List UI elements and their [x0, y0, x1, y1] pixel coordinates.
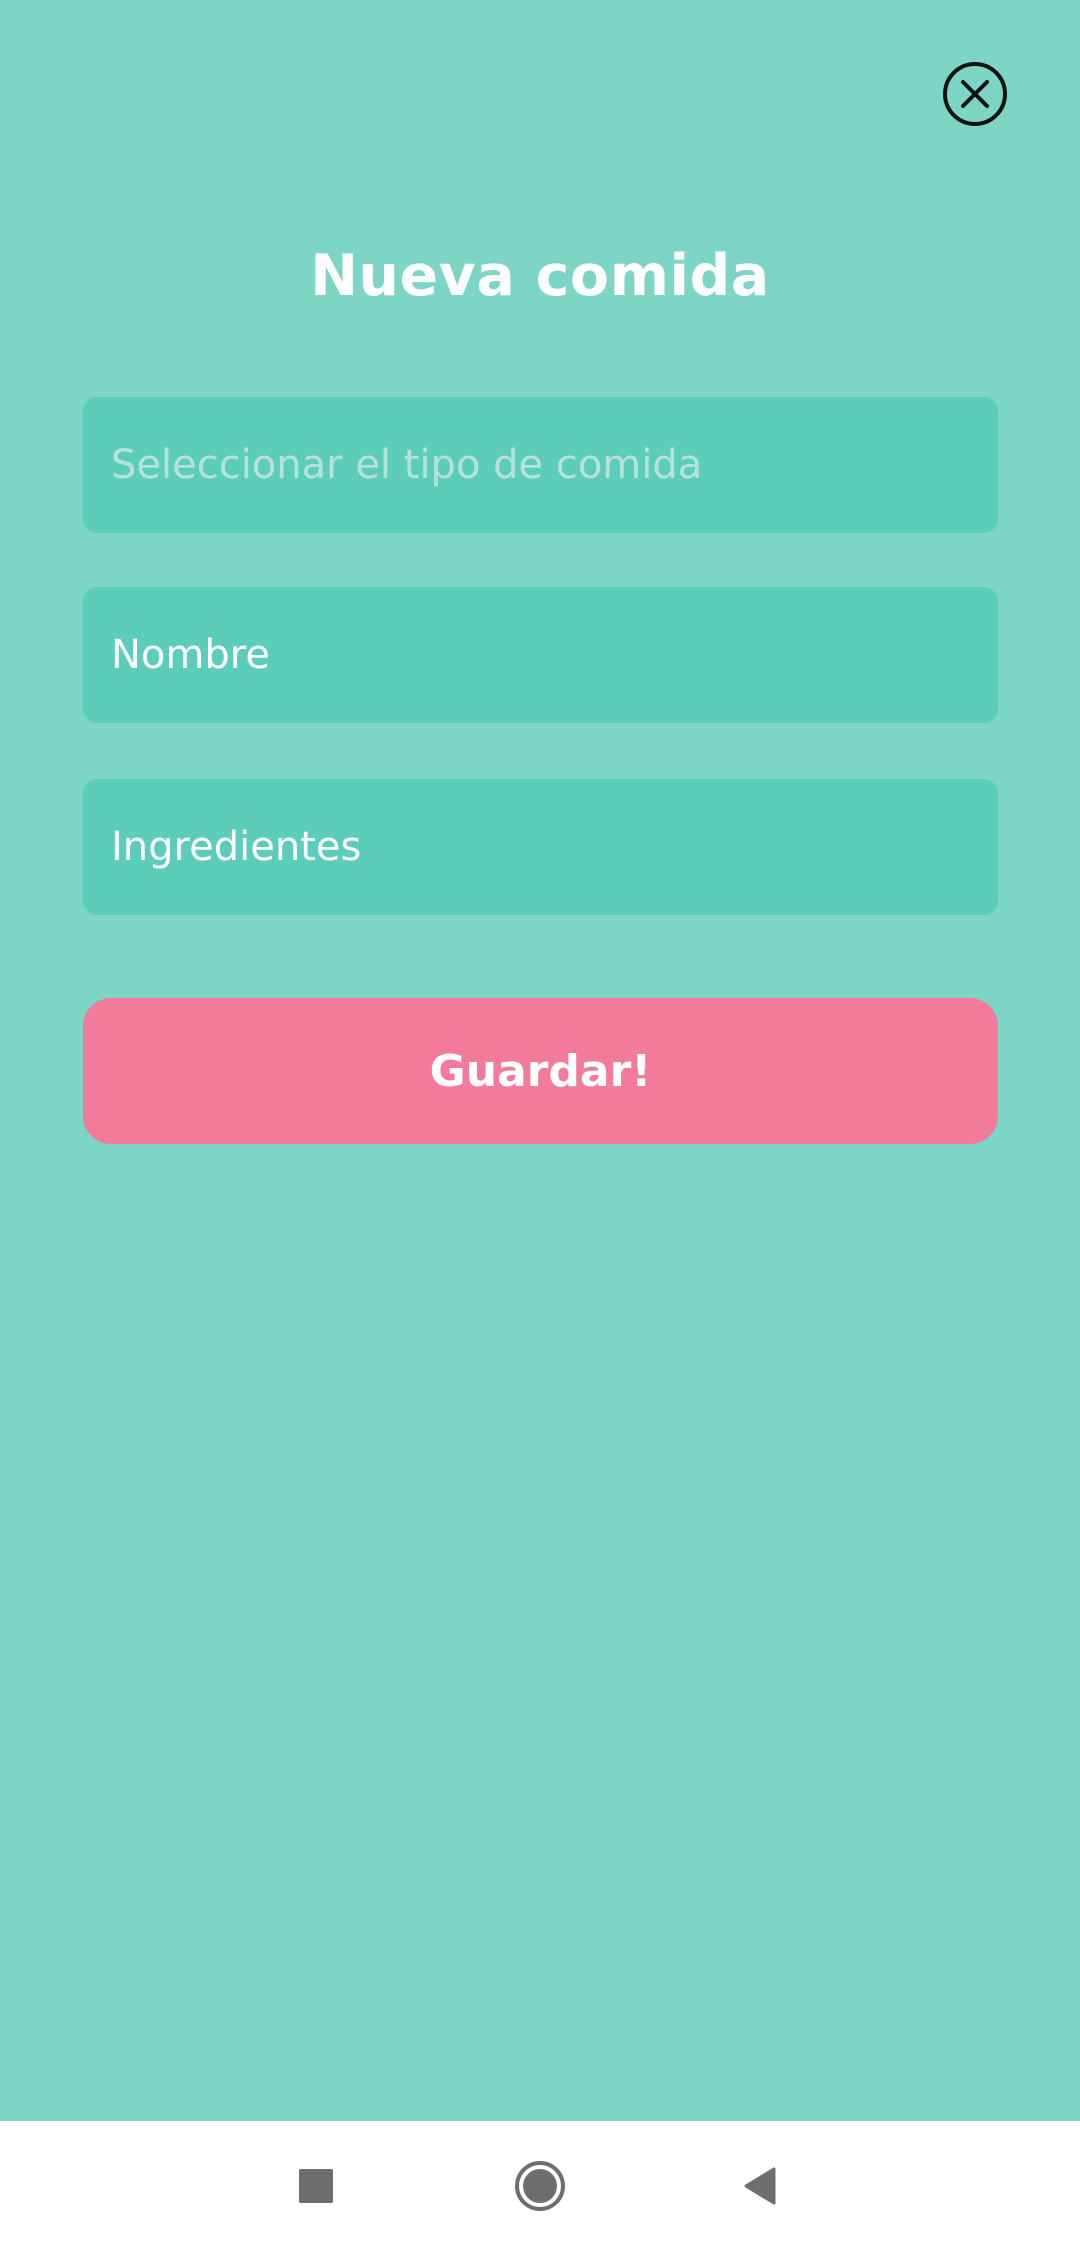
back-button[interactable] [700, 2121, 820, 2251]
screen: Nueva comida Seleccionar el tipo de comi… [0, 0, 1080, 2251]
name-input-placeholder: Nombre [111, 632, 270, 678]
save-button[interactable]: Guardar! [83, 998, 998, 1144]
ingredients-input-placeholder: Ingredientes [111, 824, 362, 870]
save-button-label: Guardar! [429, 1045, 652, 1097]
recents-button[interactable] [256, 2121, 376, 2251]
close-button[interactable] [943, 62, 1007, 126]
page-title: Nueva comida [310, 243, 770, 309]
triangle-left-icon [742, 2166, 778, 2206]
close-icon [958, 77, 992, 111]
home-button[interactable] [480, 2121, 600, 2251]
name-input[interactable]: Nombre [83, 587, 998, 723]
ingredients-input[interactable]: Ingredientes [83, 779, 998, 915]
new-meal-screen: Nueva comida Seleccionar el tipo de comi… [0, 0, 1080, 2121]
square-icon [299, 2169, 333, 2203]
meal-type-select[interactable]: Seleccionar el tipo de comida [83, 397, 998, 533]
system-navigation-bar [0, 2121, 1080, 2251]
circle-icon [515, 2161, 565, 2211]
meal-type-placeholder: Seleccionar el tipo de comida [111, 442, 703, 488]
